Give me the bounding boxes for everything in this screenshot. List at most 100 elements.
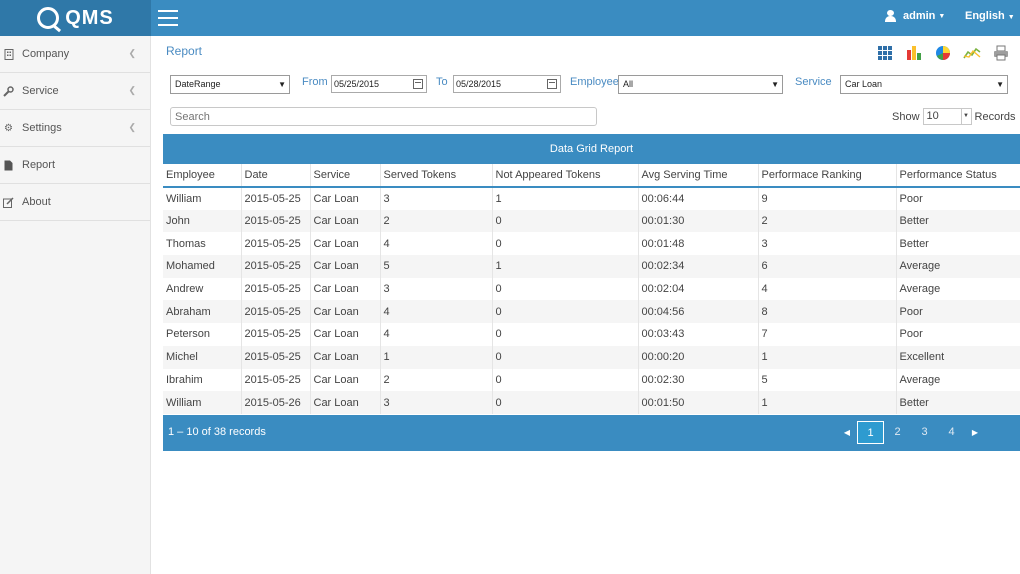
table-row[interactable]: Ibrahim 2015-05-25 Car Loan 2 0 00:02:30 5 Aver… xyxy=(163,368,1020,392)
table-row[interactable]: William 2015-05-25 Car Loan 3 1 00:06:44 9 Poor xyxy=(163,187,1020,210)
table-row[interactable]: Peterson 2015-05-25 Car Loan 4 0 00:03:43 7 Poo… xyxy=(163,323,1020,346)
table-cell: Car Loan xyxy=(310,345,381,369)
range-type-select[interactable]: DateRange ▼ xyxy=(170,75,290,94)
table-cell: 3 xyxy=(380,391,493,414)
table-cell: Excellent xyxy=(896,345,1020,369)
building-icon xyxy=(3,48,14,60)
sidebar-item-company[interactable]: Company ❮ xyxy=(0,36,150,73)
table-row[interactable]: William 2015-05-26 Car Loan 3 0 00:01:50 1 Bett… xyxy=(163,391,1020,414)
table-cell: 2 xyxy=(380,368,493,392)
show-label: Show xyxy=(892,110,920,123)
table-cell: William xyxy=(163,391,242,414)
page-button-3[interactable]: 3 xyxy=(911,421,938,444)
next-page-icon[interactable]: ▶ xyxy=(965,428,985,437)
column-header[interactable]: Performace Ranking xyxy=(758,164,897,188)
sidebar-item-about[interactable]: About xyxy=(0,184,150,221)
table-cell: 2 xyxy=(758,209,897,233)
table-row[interactable]: Michel 2015-05-25 Car Loan 1 0 00:00:20 1 Excel… xyxy=(163,345,1020,369)
table-cell: Better xyxy=(896,209,1020,233)
table-row[interactable]: Mohamed 2015-05-25 Car Loan 5 1 00:02:34 6 Aver… xyxy=(163,255,1020,278)
column-header[interactable]: Avg Serving Time xyxy=(638,164,759,188)
table-cell: 5 xyxy=(758,368,897,392)
gear-icon: ⚙ xyxy=(4,122,13,134)
table-row[interactable]: Andrew 2015-05-25 Car Loan 3 0 00:02:04 4 Avera… xyxy=(163,277,1020,301)
table-cell: 0 xyxy=(492,368,639,392)
table-cell: 1 xyxy=(492,255,639,278)
wrench-icon xyxy=(3,85,14,97)
main-content: Report DateRange ▼ From 05/25/2015 To 05 xyxy=(151,36,1020,574)
table-cell: Car Loan xyxy=(310,277,381,301)
table-cell: 00:02:34 xyxy=(638,255,759,278)
table-cell: 4 xyxy=(380,300,493,324)
hamburger-menu-icon[interactable] xyxy=(158,10,178,26)
range-type-value: DateRange xyxy=(175,79,221,89)
from-date-input[interactable]: 05/25/2015 xyxy=(331,75,427,93)
table-cell: 4 xyxy=(380,323,493,346)
service-select[interactable]: Car Loan ▼ xyxy=(840,75,1008,94)
table-cell: Car Loan xyxy=(310,209,381,233)
from-label: From xyxy=(302,76,328,88)
grid-title: Data Grid Report xyxy=(163,134,1020,164)
language-menu[interactable]: English ▼ xyxy=(965,10,1015,22)
line-chart-icon[interactable] xyxy=(962,43,982,63)
column-header[interactable]: Not Appeared Tokens xyxy=(492,164,639,188)
table-cell: 5 xyxy=(380,255,493,278)
table-cell: Car Loan xyxy=(310,391,381,414)
edit-icon xyxy=(3,196,14,208)
table-cell: 2 xyxy=(380,209,493,233)
user-icon xyxy=(885,10,896,22)
logo-text: QMS xyxy=(65,6,114,29)
to-date-input[interactable]: 05/28/2015 xyxy=(453,75,561,93)
table-cell: 1 xyxy=(380,345,493,369)
table-cell: 6 xyxy=(758,255,897,278)
table-cell: 2015-05-25 xyxy=(241,187,311,210)
table-row[interactable]: John 2015-05-25 Car Loan 2 0 00:01:30 2 Better xyxy=(163,209,1020,233)
sidebar-item-report[interactable]: Report xyxy=(0,147,150,184)
spinner-arrow-icon[interactable]: ▼ xyxy=(960,109,971,124)
employee-select[interactable]: All ▼ xyxy=(618,75,783,94)
page-button-2[interactable]: 2 xyxy=(884,421,911,444)
table-cell: Ibrahim xyxy=(163,368,242,392)
pie-chart-icon[interactable] xyxy=(933,43,953,63)
page-button-4[interactable]: 4 xyxy=(938,421,965,444)
table-cell: Michel xyxy=(163,345,242,369)
table-cell: Average xyxy=(899,283,941,296)
employee-value: All xyxy=(623,79,634,89)
table-cell: 2015-05-25 xyxy=(241,300,311,324)
column-header[interactable]: Service xyxy=(310,164,381,188)
sidebar-item-settings[interactable]: ⚙ Settings ❮ xyxy=(0,110,150,147)
table-row[interactable]: Thomas 2015-05-25 Car Loan 4 0 00:01:48 3 Bette… xyxy=(163,232,1020,256)
table-cell: 3 xyxy=(758,232,897,256)
grid-view-icon[interactable] xyxy=(875,43,895,63)
print-icon[interactable] xyxy=(991,43,1011,63)
sidebar-item-label: About xyxy=(22,196,51,208)
table-cell: 2015-05-25 xyxy=(241,368,311,392)
prev-page-icon[interactable]: ◀ xyxy=(837,428,857,437)
table-cell: 3 xyxy=(380,187,493,210)
records-per-page-input[interactable]: 10 ▼ xyxy=(922,108,972,125)
table-cell: 8 xyxy=(758,300,897,324)
column-header[interactable]: Employee xyxy=(163,164,242,188)
user-menu[interactable]: admin ▼ xyxy=(885,10,945,22)
calendar-icon[interactable] xyxy=(413,79,423,89)
column-header[interactable]: Date xyxy=(241,164,311,188)
pager-bar: 1 – 10 of 38 records ◀ 1 2 3 4 ▶ xyxy=(163,415,1020,451)
sidebar-item-service[interactable]: Service ❮ xyxy=(0,73,150,110)
sidebar-item-label: Settings xyxy=(22,122,62,134)
app-logo[interactable]: QMS xyxy=(0,0,151,36)
table-cell: Poor xyxy=(899,328,923,341)
table-cell: Car Loan xyxy=(310,368,381,392)
page-button-1[interactable]: 1 xyxy=(857,421,884,444)
calendar-icon[interactable] xyxy=(547,79,557,89)
search-input[interactable] xyxy=(170,107,597,126)
table-cell: 0 xyxy=(492,391,639,414)
filter-bar: DateRange ▼ From 05/25/2015 To 05/28/201… xyxy=(169,75,1020,97)
column-header[interactable]: Served Tokens xyxy=(380,164,493,188)
records-per-page: Show 10 ▼ Records xyxy=(892,108,1016,125)
table-cell: 0 xyxy=(492,209,639,233)
table-row[interactable]: Abraham 2015-05-25 Car Loan 4 0 00:04:56 8 Poor xyxy=(163,300,1020,324)
table-cell: Car Loan xyxy=(310,187,381,210)
column-header[interactable]: Performance Status xyxy=(896,164,1020,188)
bar-chart-icon[interactable] xyxy=(904,43,924,63)
table-cell: 2015-05-25 xyxy=(241,232,311,256)
